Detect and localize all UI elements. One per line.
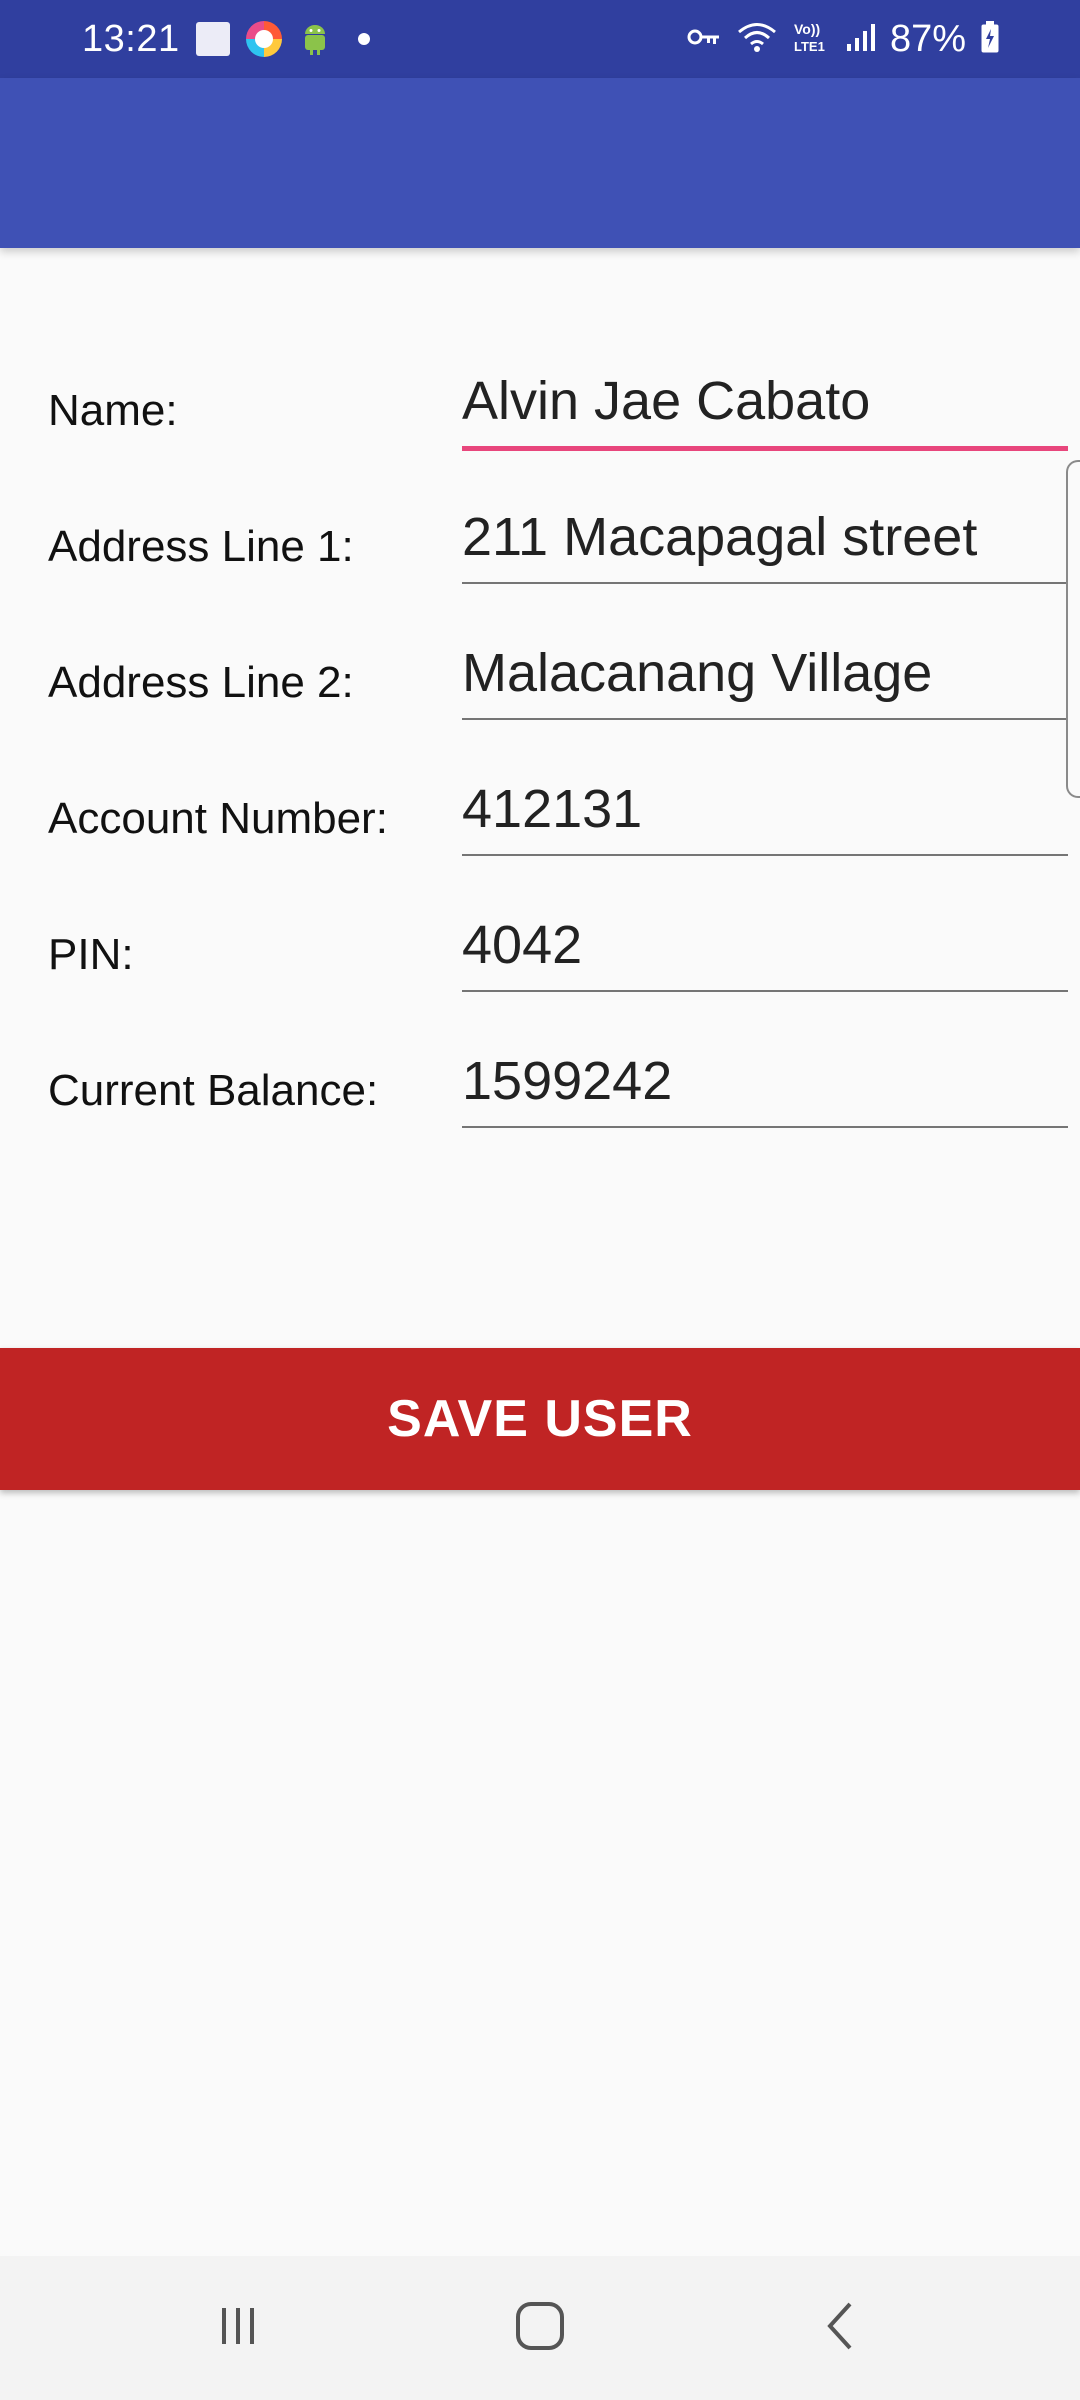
wifi-icon xyxy=(736,20,778,59)
home-icon xyxy=(514,2300,566,2357)
address-line-2-label: Address Line 2: xyxy=(48,658,354,707)
status-time: 13:21 xyxy=(82,17,180,60)
form-row-current-balance: Current Balance: 1599242 xyxy=(0,1020,1080,1156)
recents-button[interactable] xyxy=(148,2256,328,2400)
account-number-field[interactable]: 412131 xyxy=(462,778,1068,848)
pin-underline xyxy=(462,990,1068,992)
app-bar xyxy=(0,78,1080,248)
status-right: Vo)) LTE1 87% xyxy=(686,0,1000,78)
address-line-2-underline xyxy=(462,718,1068,720)
signal-icon xyxy=(846,22,876,57)
name-field[interactable]: Alvin Jae Cabato xyxy=(462,370,1068,440)
form-row-pin: PIN: 4042 xyxy=(0,884,1080,1020)
vpn-key-icon xyxy=(686,25,722,54)
android-icon xyxy=(298,22,332,56)
battery-percent: 87% xyxy=(889,17,966,60)
pin-label: PIN: xyxy=(48,930,134,979)
home-button[interactable] xyxy=(450,2256,630,2400)
current-balance-field[interactable]: 1599242 xyxy=(462,1050,1068,1120)
battery-charging-icon xyxy=(980,20,1000,59)
save-user-button[interactable]: SAVE USER xyxy=(0,1348,1080,1490)
status-bar: 13:21 Vo)) LTE1 87% xyxy=(0,0,1080,78)
current-balance-underline xyxy=(462,1126,1068,1128)
form-row-account-number: Account Number: 412131 xyxy=(0,748,1080,884)
current-balance-label: Current Balance: xyxy=(48,1066,379,1115)
volte-icon: Vo)) LTE1 xyxy=(792,19,832,60)
name-label: Name: xyxy=(48,386,178,435)
name-field-underline xyxy=(462,446,1068,451)
pin-field[interactable]: 4042 xyxy=(462,914,1068,984)
address-line-1-field[interactable]: 211 Macapagal street xyxy=(462,506,1068,576)
svg-text:LTE1: LTE1 xyxy=(794,39,825,54)
back-icon xyxy=(818,2300,866,2357)
address-line-1-label: Address Line 1: xyxy=(48,522,354,571)
notification-square-icon xyxy=(195,22,230,56)
edge-panel-handle[interactable] xyxy=(1066,460,1080,798)
status-left: 13:21 xyxy=(82,0,370,78)
address-line-2-field[interactable]: Malacanang Village xyxy=(462,642,1068,712)
form-row-address-line-1: Address Line 1: 211 Macapagal street xyxy=(0,476,1080,612)
recents-icon xyxy=(214,2302,262,2355)
browser-icon xyxy=(245,21,282,57)
form-row-address-line-2: Address Line 2: Malacanang Village xyxy=(0,612,1080,748)
address-line-1-underline xyxy=(462,582,1068,584)
account-number-underline xyxy=(462,854,1068,856)
svg-text:Vo)): Vo)) xyxy=(794,21,820,37)
form-row-name: Name: Alvin Jae Cabato xyxy=(0,340,1080,476)
dot-icon xyxy=(357,33,370,45)
account-number-label: Account Number: xyxy=(48,794,388,843)
back-button[interactable] xyxy=(752,2256,932,2400)
navigation-bar xyxy=(0,2256,1080,2400)
